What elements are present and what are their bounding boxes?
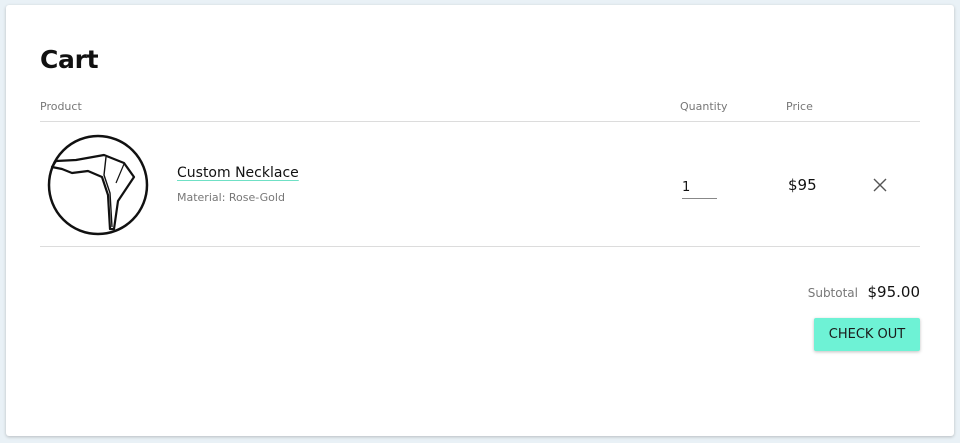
cart-card: Cart Product Quantity Price Custom Neckl…: [6, 5, 954, 436]
row-divider: [40, 246, 920, 247]
header-divider: [40, 121, 920, 122]
item-price: $95: [788, 176, 817, 194]
quantity-column-header: Quantity: [680, 100, 728, 113]
quantity-input[interactable]: [682, 177, 717, 199]
product-name-link[interactable]: Custom Necklace: [177, 165, 299, 181]
table-header: Product Quantity Price: [40, 100, 920, 120]
subtotal-label: Subtotal: [807, 286, 858, 300]
checkout-button[interactable]: CHECK OUT: [814, 318, 920, 351]
price-column-header: Price: [786, 100, 813, 113]
close-icon[interactable]: [872, 177, 888, 193]
page-title: Cart: [40, 45, 99, 74]
necklace-outline-icon: [47, 134, 149, 236]
subtotal-value: $95.00: [867, 283, 921, 301]
product-column-header: Product: [40, 100, 82, 113]
product-material: Material: Rose-Gold: [177, 191, 285, 204]
